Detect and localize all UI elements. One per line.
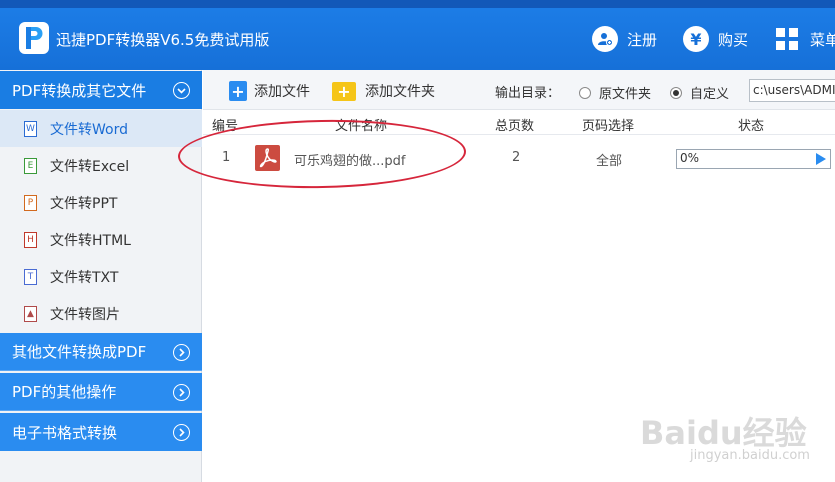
register-button[interactable]: 注册 — [592, 24, 657, 54]
chevron-right-icon — [173, 344, 190, 361]
add-file-label: 添加文件 — [254, 84, 310, 100]
sidebar-item-to-word[interactable]: W 文件转Word — [0, 110, 202, 147]
sidebar-category-label: PDF的其他操作 — [12, 383, 117, 401]
add-folder-button[interactable]: + 添加文件夹 — [332, 80, 435, 102]
sidebar-item-label: 文件转TXT — [50, 269, 119, 286]
status-progress-bar: 0% — [676, 149, 831, 169]
sidebar-item-to-image[interactable]: ▲ 文件转图片 — [0, 295, 202, 332]
logo-p-glyph — [26, 27, 43, 49]
menu-label: 菜单 — [810, 30, 835, 49]
grid-menu-icon — [776, 28, 798, 50]
row-pages: 2 — [512, 150, 521, 165]
play-icon[interactable] — [816, 153, 826, 165]
sidebar-item-label: 文件转Word — [50, 121, 128, 138]
add-file-icon: + — [229, 81, 247, 101]
image-file-icon: ▲ — [24, 305, 37, 322]
title-bar: 迅捷PDF转换器V6.5免费试用版 注册 ¥ 购买 菜单 — [0, 0, 835, 70]
sidebar-category-label: 电子书格式转换 — [12, 423, 118, 442]
buy-button[interactable]: ¥ 购买 — [683, 24, 748, 54]
progress-text: 0% — [680, 151, 700, 165]
app-window: 迅捷PDF转换器V6.5免费试用版 注册 ¥ 购买 菜单 PDF转换成其它文件 … — [0, 0, 835, 482]
user-add-icon — [592, 26, 618, 52]
html-file-icon: H — [24, 231, 37, 248]
register-label: 注册 — [627, 30, 658, 49]
sidebar-category-label: PDF转换成其它文件 — [12, 81, 147, 100]
column-header-status: 状态 — [738, 119, 765, 134]
sidebar-category-ebook-convert[interactable]: 电子书格式转换 — [0, 413, 202, 451]
sidebar-item-label: 文件转Excel — [50, 158, 130, 175]
ppt-file-icon: P — [24, 194, 37, 211]
radio-custom-folder[interactable]: 自定义 — [670, 83, 729, 102]
row-page-select[interactable]: 全部 — [596, 150, 622, 169]
title-bar-top-strip — [0, 0, 835, 8]
sidebar-item-label: 文件转HTML — [50, 232, 131, 249]
sidebar-item-label: 文件转PPT — [50, 195, 118, 212]
menu-button[interactable]: 菜单 — [776, 24, 835, 54]
toolbar: + 添加文件 + 添加文件夹 输出目录： 原文件夹 自定义 c:\users\A… — [203, 70, 835, 110]
sidebar-item-to-txt[interactable]: T 文件转TXT — [0, 258, 202, 295]
sidebar-item-to-excel[interactable]: E 文件转Excel — [0, 147, 202, 184]
chevron-right-icon — [173, 384, 190, 401]
excel-file-icon: E — [24, 157, 37, 174]
radio-original-folder[interactable]: 原文件夹 — [579, 83, 651, 102]
radio-button — [579, 86, 591, 99]
sidebar-category-pdf-to-other[interactable]: PDF转换成其它文件 — [0, 71, 202, 109]
column-header-pages: 总页数 — [495, 119, 535, 134]
chevron-down-icon — [173, 82, 190, 99]
radio-button-selected — [670, 86, 682, 99]
txt-file-icon: T — [24, 268, 37, 285]
radio-label: 原文件夹 — [599, 87, 652, 102]
column-header-page-select: 页码选择 — [582, 119, 635, 134]
output-path-input[interactable]: c:\users\ADMI — [749, 79, 835, 102]
sidebar-category-label: 其他文件转换成PDF — [12, 343, 147, 361]
chevron-right-icon — [173, 424, 190, 441]
app-logo-icon — [19, 22, 49, 54]
output-dir-label: 输出目录： — [495, 86, 561, 101]
sidebar-category-pdf-other-ops[interactable]: PDF的其他操作 — [0, 373, 202, 411]
sidebar-category-other-to-pdf[interactable]: 其他文件转换成PDF — [0, 333, 202, 371]
add-folder-label: 添加文件夹 — [365, 84, 435, 100]
word-file-icon: W — [24, 120, 37, 137]
app-title: 迅捷PDF转换器V6.5免费试用版 — [56, 31, 270, 49]
yen-icon: ¥ — [683, 26, 709, 52]
add-file-button[interactable]: + 添加文件 — [229, 80, 310, 102]
sidebar-item-label: 文件转图片 — [50, 306, 120, 323]
add-folder-icon: + — [332, 81, 356, 101]
sidebar-item-to-html[interactable]: H 文件转HTML — [0, 221, 202, 258]
buy-label: 购买 — [718, 30, 749, 49]
radio-label: 自定义 — [690, 87, 730, 102]
sidebar: PDF转换成其它文件 W 文件转Word E 文件转Excel P 文件转PPT… — [0, 70, 202, 482]
sidebar-item-to-ppt[interactable]: P 文件转PPT — [0, 184, 202, 221]
watermark-url: jingyan.baidu.com — [690, 448, 810, 463]
